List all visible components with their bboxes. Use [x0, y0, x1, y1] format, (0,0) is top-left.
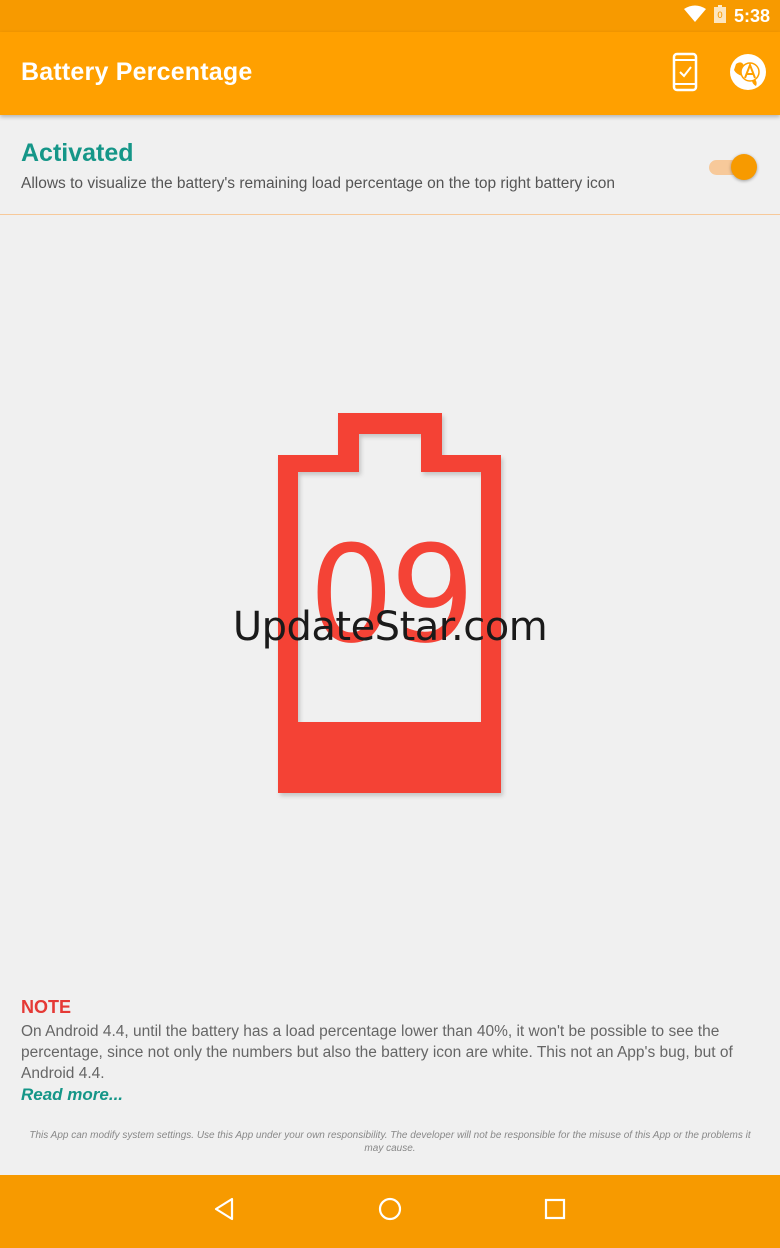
app-title: Battery Percentage — [21, 58, 253, 86]
language-globe-icon — [728, 52, 768, 97]
status-icons: 0 5:38 — [683, 4, 770, 28]
svg-text:0: 0 — [717, 11, 723, 21]
home-button[interactable] — [368, 1191, 412, 1231]
battery-icon: 0 — [713, 4, 726, 28]
app-bar: Battery Percentage — [0, 32, 780, 115]
back-button[interactable] — [202, 1191, 246, 1231]
setting-description: Allows to visualize the battery's remain… — [21, 175, 616, 192]
toggle-thumb — [731, 154, 757, 180]
disclaimer-text: This App can modify system settings. Use… — [29, 1130, 751, 1154]
home-icon — [378, 1197, 402, 1226]
status-time: 5:38 — [733, 5, 770, 26]
phone-check-button[interactable] — [663, 52, 707, 96]
setting-title: Activated — [21, 139, 134, 167]
read-more-link[interactable]: Read more... — [21, 1085, 123, 1105]
watermark: UpdateStar.com — [232, 604, 548, 650]
back-icon — [213, 1197, 235, 1226]
recents-icon — [544, 1198, 566, 1225]
activated-setting-row: Activated Allows to visualize the batter… — [0, 116, 780, 215]
wifi-icon — [683, 5, 706, 28]
note-text: On Android 4.4, until the battery has a … — [21, 1023, 733, 1082]
recents-button[interactable] — [533, 1191, 577, 1231]
activated-toggle[interactable] — [707, 153, 759, 181]
navigation-bar — [0, 1175, 780, 1248]
phone-check-icon — [672, 52, 698, 97]
language-button[interactable] — [726, 52, 770, 96]
note-title: NOTE — [21, 997, 72, 1017]
status-bar: 0 5:38 — [0, 0, 780, 32]
